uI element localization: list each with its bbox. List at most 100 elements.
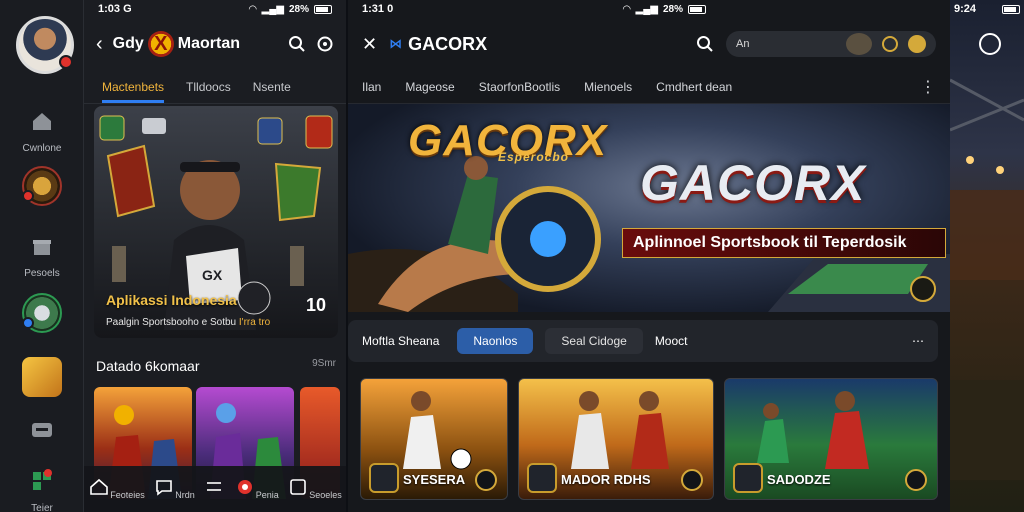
app-title-text: Gdy	[112, 35, 144, 52]
settings-icon[interactable]	[316, 35, 334, 53]
background-stadium: 9:24	[950, 0, 1024, 512]
game-card[interactable]: SYESERA	[360, 378, 508, 500]
more-icon[interactable]: ⋯	[912, 334, 924, 348]
filter-label: Moftla Sheana	[362, 334, 440, 348]
more-icon[interactable]: ⋮	[920, 77, 936, 97]
hero-subtitle: Paalgin Sportsbooho e Sotbu I'rra tro	[106, 317, 271, 328]
game-card[interactable]: MADOR RDHS	[518, 378, 714, 500]
clock: 1:31 0	[362, 3, 394, 15]
play-icon[interactable]	[681, 469, 703, 491]
section-title: Datado 6komaar	[96, 358, 200, 374]
close-icon[interactable]: ✕	[362, 34, 377, 55]
filter-chip[interactable]: Naonlos	[457, 328, 534, 354]
app-bar: ✕ ⋈ GACORX An	[348, 18, 950, 70]
category-item[interactable]: Ilan	[362, 80, 381, 94]
tab-matches[interactable]: Mactenbets	[102, 80, 165, 103]
rail-item-promo[interactable]: Pesoels	[0, 233, 84, 279]
section-header: Datado 6komaar 9Smr	[96, 358, 336, 374]
live-icon	[237, 480, 252, 494]
category-item[interactable]: Mageose	[405, 80, 454, 94]
sliders-icon	[207, 482, 222, 491]
rail-item-sports[interactable]	[0, 166, 84, 206]
game-card[interactable]: SADODZE	[724, 378, 938, 500]
category-item[interactable]: StaorfonBootlis	[479, 80, 560, 94]
battery-icon	[688, 4, 706, 14]
sports-app-panel: 1:03 G ◠ ▂▄▆ 28% ‹ Gdy X Maortan Mactenb…	[84, 0, 346, 512]
see-more-link[interactable]: 9Smr	[312, 358, 336, 374]
rail-item-label: Cwnlone	[22, 143, 62, 154]
play-icon[interactable]	[905, 469, 927, 491]
notification-dot	[59, 55, 73, 69]
avatar[interactable]	[16, 16, 74, 74]
clock: 1:03 G	[98, 3, 132, 15]
rail-item-more[interactable]: Teier	[0, 468, 84, 512]
tab-news[interactable]: Nsente	[253, 80, 291, 94]
live-icon	[22, 293, 62, 333]
wallet-icon[interactable]	[908, 35, 926, 53]
rail-item-bonus[interactable]	[0, 357, 84, 397]
clock: 9:24	[954, 3, 977, 15]
gift-icon	[33, 240, 51, 255]
promo-banner[interactable]: GACORX Esperocbo GACORX Aplinnoel Sports…	[348, 104, 950, 312]
game-title: SYESERA	[403, 472, 466, 487]
filter-chip[interactable]: Seal Cidoge	[545, 328, 643, 354]
app-title: ⋈ GACORX	[389, 34, 487, 55]
game-title: MADOR RDHS	[561, 472, 651, 487]
banner-headline: GACORX	[640, 155, 866, 211]
apps-icon	[33, 469, 52, 490]
coin-icon	[882, 36, 898, 52]
status-bar: 9:24	[950, 0, 1024, 18]
app-title-text-2: Maortan	[177, 35, 241, 52]
tab-videos[interactable]: Tlldoocs	[186, 80, 231, 94]
left-rail: Cwnlone Pesoels Teier	[0, 0, 84, 512]
featured-card[interactable]: GX Aplikassi Indonesia Paalgin Sportsboo…	[94, 106, 338, 338]
status-bar: 1:03 G ◠ ▂▄▆ 28%	[84, 0, 346, 18]
nav-chat[interactable]: Nrdn	[153, 478, 195, 500]
nav-menu[interactable]	[203, 478, 225, 500]
rail-item-label: Teier	[31, 503, 53, 512]
chat-icon	[32, 423, 52, 437]
gacorx-panel: 1:31 0 ◠ ▂▄▆ 28% ✕ ⋈ GACORX An Ilan Mage…	[348, 0, 950, 512]
rail-item-home[interactable]: Cwnlone	[0, 108, 84, 154]
play-icon[interactable]	[475, 469, 497, 491]
nav-home[interactable]: Feoteies	[88, 478, 145, 500]
game-icon	[733, 463, 763, 493]
game-icon	[369, 463, 399, 493]
bottom-nav: Feoteies Nrdn Penia Seoeles	[84, 466, 346, 512]
nav-profile[interactable]: Seoeles	[287, 478, 342, 500]
tab-bar: Mactenbets Tlldoocs Nsente	[84, 70, 346, 104]
battery-icon	[1002, 4, 1020, 14]
brand-logo-icon: X	[147, 31, 174, 57]
game-title: SADODZE	[767, 472, 831, 487]
status-dot	[22, 317, 34, 329]
hero-caption: Aplikassi Indonesia	[106, 292, 237, 308]
rail-item-chat[interactable]	[0, 418, 84, 449]
category-item[interactable]: Mienoels	[584, 80, 632, 94]
banner-logo-sub: Esperocbo	[498, 150, 570, 164]
nav-live[interactable]: Penia	[234, 478, 279, 500]
app-title-text: GACORX	[408, 33, 488, 54]
category-bar: Ilan Mageose StaorfonBootlis Mienoels Cm…	[348, 70, 950, 104]
banner-tagline: Aplinnoel Sportsbook til Teperdosik	[622, 228, 946, 258]
category-item[interactable]: Cmdhert dean	[656, 80, 732, 94]
app-bar: ‹ Gdy X Maortan	[84, 18, 346, 70]
home-icon	[90, 478, 109, 495]
game-icon	[527, 463, 557, 493]
search-icon[interactable]	[696, 35, 714, 53]
signal-icon: ▂▄▆	[261, 3, 284, 15]
rail-item-label: Pesoels	[24, 268, 60, 279]
battery-text: 28%	[662, 3, 683, 15]
svg-text:GX: GX	[202, 267, 223, 283]
avatar[interactable]	[846, 33, 872, 55]
hero-count: 10	[305, 295, 326, 315]
search-icon[interactable]	[288, 35, 306, 53]
rail-item-live[interactable]	[0, 293, 84, 333]
filter-bar: Moftla Sheana Naonlos Seal Cidoge Mooct …	[348, 320, 938, 362]
search-field[interactable]: An	[726, 31, 936, 57]
status-bar: 1:31 0 ◠ ▂▄▆ 28%	[348, 0, 950, 18]
battery-text: 28%	[288, 3, 309, 15]
search-input[interactable]: An	[736, 38, 749, 50]
filter-chip[interactable]: Mooct	[655, 334, 688, 348]
back-icon[interactable]: ‹	[96, 33, 103, 56]
wifi-icon: ◠	[622, 3, 631, 15]
